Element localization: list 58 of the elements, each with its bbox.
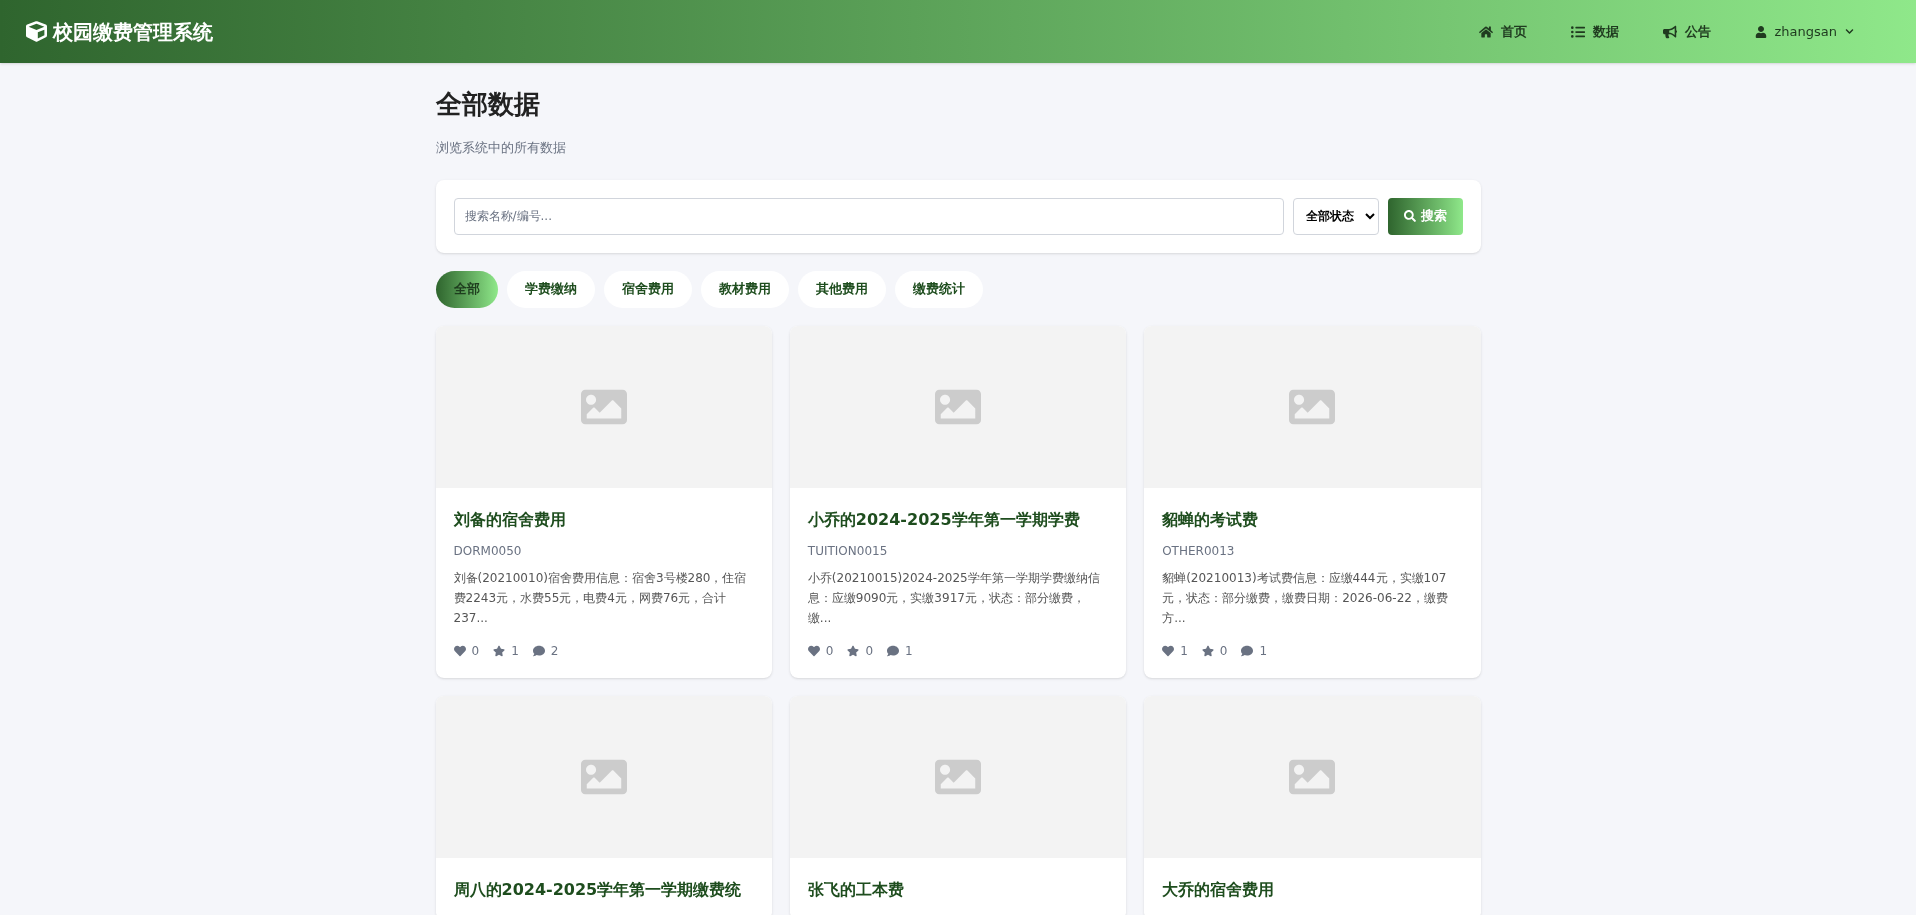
data-card[interactable]: 貂蝉的考试费 OTHER0013 貂蝉(20210013)考试费信息：应缴444元，实缴107元，状态：部分缴费，缴费日期：2026-06-22，缴费方... 1 0 1	[1144, 325, 1481, 678]
count-text: 1	[511, 642, 519, 660]
count-text: 2	[550, 642, 559, 660]
card-code: DORM0050	[453, 542, 523, 560]
count-text: 0	[825, 642, 834, 660]
count-text: 1	[905, 642, 913, 660]
brand-title[interactable]: 校园缴费管理系统	[53, 16, 213, 47]
nav-link[interactable]: 数据	[1570, 21, 1619, 42]
category-tab[interactable]: 宿舍费用	[603, 270, 692, 308]
search-icon	[1403, 210, 1416, 222]
category-tab[interactable]: 缴费统计	[894, 270, 983, 308]
nav-link[interactable]: 公告	[1662, 21, 1711, 42]
data-card[interactable]: 小乔的2024-2025学年第一学期学费 TUITION0015 小乔(20210015)2024-2025学年第一学期学费缴纳信息：应缴9090元，实缴3917元，状态：部分缴费，缴... 0 0 1	[789, 325, 1127, 678]
card-title[interactable]: 刘备的宿舍费用	[453, 507, 754, 532]
search-field[interactable]: 搜索名称/编号...	[453, 197, 1284, 235]
user-menu[interactable]: zhangsan	[1754, 21, 1854, 42]
category-tab[interactable]: 其他费用	[797, 270, 886, 308]
user-icon	[1754, 25, 1767, 38]
card-description: 刘备(20210010)宿舍费用信息：宿舍3号楼280，住宿费2243元，水费55元，电费4元，网费76元，合计237...	[453, 569, 748, 627]
count-text: 1	[1180, 642, 1188, 660]
card-code: TUITION0015	[807, 542, 889, 560]
count-text: 1	[1259, 642, 1268, 660]
count-text: 0	[471, 642, 480, 660]
card-title[interactable]: 小乔的2024-2025学年第一学期学费	[807, 507, 1109, 532]
card-title[interactable]: 大乔的宿舍费用	[1162, 877, 1463, 902]
category-tab[interactable]: 教材费用	[700, 270, 789, 308]
cube-icon	[26, 21, 47, 42]
count-text: 0	[865, 642, 874, 660]
star-icon[interactable]	[493, 644, 506, 657]
page-title: 全部数据	[435, 88, 541, 121]
card-code: OTHER0013	[1162, 542, 1236, 560]
data-card[interactable]: 大乔的宿舍费用	[1144, 695, 1481, 915]
heart-icon[interactable]	[453, 644, 466, 657]
data-card[interactable]: 周八的2024-2025学年第一学期缴费统	[435, 695, 772, 915]
status-select[interactable]: 全部状态	[1292, 197, 1379, 235]
heart-icon[interactable]	[1162, 644, 1175, 657]
comment-icon[interactable]	[532, 644, 545, 657]
data-card[interactable]: 刘备的宿舍费用 DORM0050 刘备(20210010)宿舍费用信息：宿舍3号楼280，住宿费2243元，水费55元，电费4元，网费76元，合计237... 0 1 2	[435, 325, 772, 678]
home-icon	[1478, 24, 1493, 39]
chevron-icon	[1845, 27, 1854, 36]
category-tab[interactable]: 学费缴纳	[506, 270, 595, 308]
card-description: 貂蝉(20210013)考试费信息：应缴444元，实缴107元，状态：部分缴费，缴费日期：2026-06-22，缴费方...	[1162, 569, 1449, 627]
card-title[interactable]: 周八的2024-2025学年第一学期缴费统	[453, 877, 754, 902]
heart-icon[interactable]	[807, 644, 820, 657]
card-title[interactable]: 貂蝉的考试费	[1162, 507, 1463, 532]
count-text: 0	[1219, 642, 1228, 660]
nav-link[interactable]: 首页	[1478, 21, 1527, 42]
star-icon[interactable]	[847, 644, 860, 657]
page-subtitle: 浏览系统中的所有数据	[435, 139, 567, 157]
star-icon[interactable]	[1201, 644, 1214, 657]
comment-icon[interactable]	[1241, 644, 1254, 657]
megaphone-icon	[1662, 24, 1677, 39]
card-description: 小乔(20210015)2024-2025学年第一学期学费缴纳信息：应缴9090元，实缴3917元，状态：部分缴费，缴...	[807, 569, 1101, 627]
card-title[interactable]: 张飞的工本费	[807, 877, 1109, 902]
data-card[interactable]: 张飞的工本费	[789, 695, 1127, 915]
list-icon	[1570, 24, 1585, 39]
category-tab[interactable]: 全部	[435, 270, 498, 308]
comment-icon[interactable]	[887, 644, 900, 657]
